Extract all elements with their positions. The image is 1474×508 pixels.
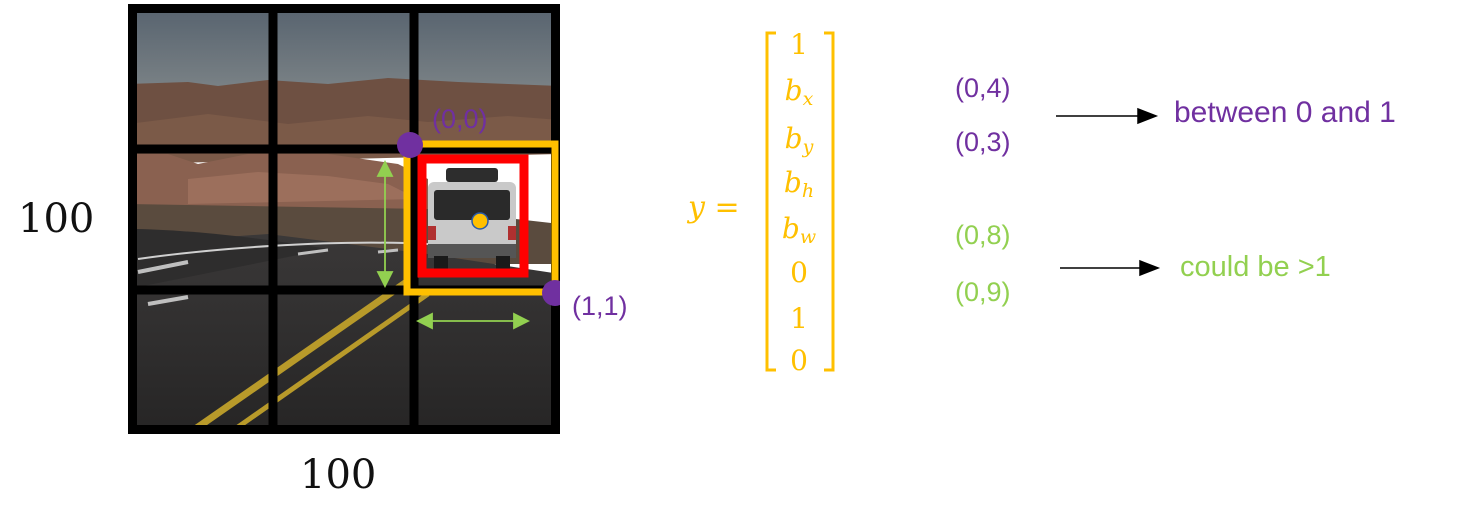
vector-entry: 0 (764, 258, 834, 288)
vector-entry-base: 0 (790, 256, 808, 289)
vector-entry-base: 0 (790, 344, 808, 377)
car-wheel-left (434, 256, 448, 270)
image-height-label: 100 (18, 196, 95, 242)
vector-entry-base: 1 (790, 28, 808, 61)
bw-value: (0,9) (955, 277, 1011, 307)
vector-entry-subscript: x (802, 88, 814, 110)
vector-entry-subscript: y (802, 136, 814, 158)
road-scene-illustration (128, 4, 560, 434)
size-range-note: could be >1 (1180, 251, 1331, 283)
image-width-label: 100 (300, 452, 377, 498)
by-value: (0,3) (955, 127, 1011, 157)
vector-entry: 0 (764, 346, 834, 376)
car-tail-light-left (428, 226, 436, 240)
vector-entry-base: b (784, 122, 803, 155)
arrow-size (1060, 259, 1161, 277)
vector-entry-subscript: w (799, 226, 817, 248)
vector-lhs: y = (688, 190, 740, 225)
vector-entry: by (764, 124, 834, 162)
corner-dot-top-left (397, 132, 423, 158)
vector-entry: 1 (764, 304, 834, 334)
vector-entry-base: b (783, 166, 802, 199)
vector-entry: bw (764, 214, 834, 252)
vector-entry-base: b (781, 212, 800, 245)
grid-image-panel (128, 4, 560, 434)
vector-entry-base: b (784, 74, 803, 107)
vector-entry: 1 (764, 30, 834, 60)
car-bumper (428, 244, 516, 258)
center-dot (471, 212, 489, 230)
lane-line-white-4 (377, 248, 399, 254)
vector-entry-base: 1 (790, 302, 808, 335)
bx-value: (0,4) (955, 73, 1011, 103)
car-roof-rack (446, 168, 498, 182)
car-rear-window (434, 190, 510, 220)
annotation-arrows (1056, 107, 1161, 277)
vector-entry-subscript: h (801, 180, 815, 202)
corner-top-left-label: (0,0) (432, 104, 488, 134)
car-tail-light-right (508, 226, 516, 240)
corner-bottom-right-label: (1,1) (572, 291, 628, 321)
position-range-note: between 0 and 1 (1174, 96, 1396, 129)
vector-entry: bh (764, 168, 834, 206)
arrow-position (1056, 107, 1159, 125)
bh-value: (0,8) (955, 220, 1011, 250)
vector-entry: bx (764, 76, 834, 114)
car-wheel-right (496, 256, 510, 270)
